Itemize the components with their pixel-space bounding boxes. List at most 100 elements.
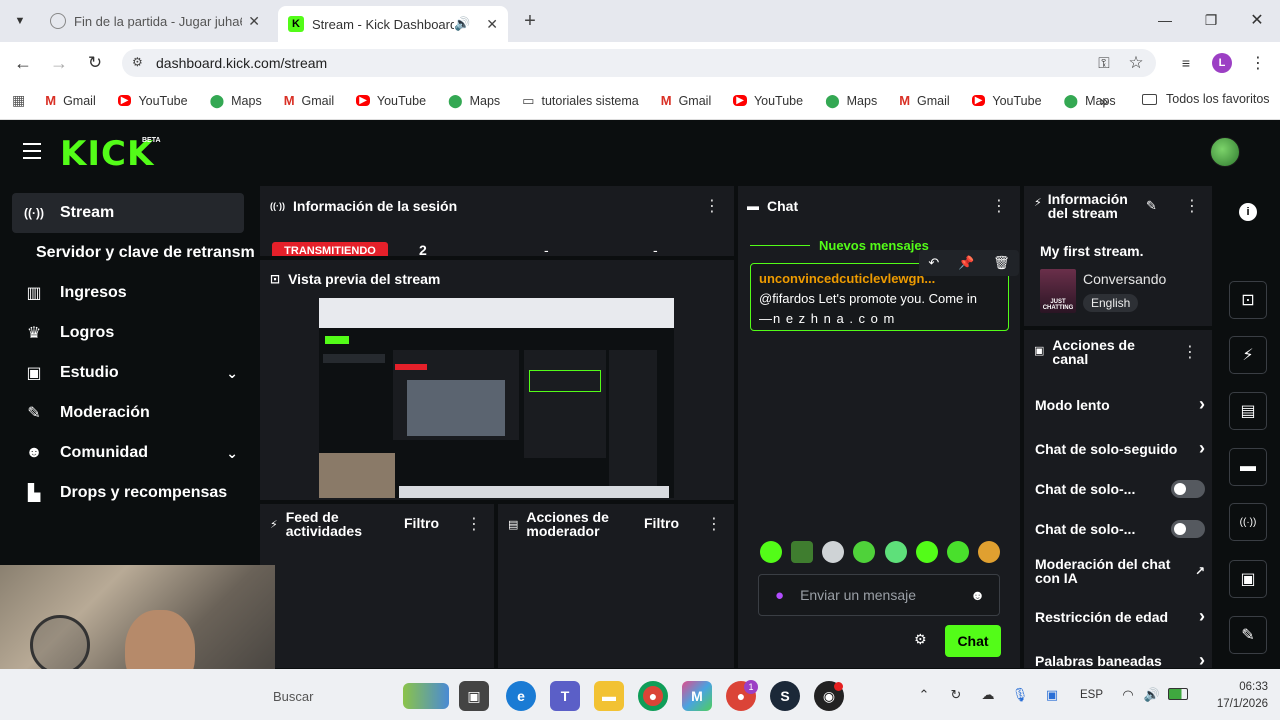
feed-filter-button[interactable]: Filtro bbox=[404, 515, 439, 531]
sidebar-item-estudio[interactable]: ▣ Estudio ⌄ bbox=[12, 353, 244, 393]
chat-icon[interactable]: ▬ bbox=[1229, 448, 1267, 486]
display-icon[interactable]: ▣ bbox=[1044, 687, 1060, 703]
bookmark-item[interactable]: ▶ YouTube bbox=[117, 94, 188, 108]
speaker-icon[interactable]: 🔊 bbox=[454, 16, 470, 32]
info-icon[interactable]: i bbox=[1239, 203, 1257, 221]
profile-avatar[interactable]: L bbox=[1212, 53, 1232, 73]
undo-icon[interactable]: ↶ bbox=[928, 255, 939, 271]
new-tab-icon[interactable]: + bbox=[519, 10, 541, 32]
emote-icon[interactable] bbox=[853, 541, 876, 563]
emoji-icon[interactable]: ☻ bbox=[970, 587, 985, 603]
password-key-icon[interactable]: ⚿ bbox=[1094, 53, 1114, 73]
m365-icon[interactable]: M bbox=[682, 681, 712, 711]
actions-menu-icon[interactable]: ⋮ bbox=[1182, 342, 1198, 362]
menu-dots-icon[interactable]: ⋮ bbox=[1248, 53, 1268, 73]
battery-icon[interactable] bbox=[1168, 688, 1188, 700]
all-bookmarks[interactable]: Todos los favoritos bbox=[1142, 92, 1270, 106]
microphone-icon[interactable]: ● bbox=[775, 587, 784, 604]
session-menu-icon[interactable]: ⋮ bbox=[704, 196, 720, 216]
window-close-icon[interactable]: ✕ bbox=[1242, 10, 1272, 30]
file-explorer-icon[interactable]: ▬ bbox=[594, 681, 624, 711]
bookmark-item[interactable]: M Gmail bbox=[284, 93, 335, 108]
emote-icon[interactable] bbox=[915, 541, 938, 563]
back-icon[interactable]: ← bbox=[12, 52, 34, 74]
bookmark-item[interactable]: M Gmail bbox=[899, 93, 950, 108]
apps-grid-icon[interactable]: ▦ bbox=[12, 92, 25, 109]
chat-menu-icon[interactable]: ⋮ bbox=[991, 196, 1007, 216]
volume-icon[interactable]: 🔊 bbox=[1144, 687, 1160, 703]
sidebar-item-server-key[interactable]: Servidor y clave de retransm bbox=[36, 233, 256, 273]
emote-icon[interactable] bbox=[884, 541, 907, 563]
info-menu-icon[interactable]: ⋮ bbox=[1184, 196, 1200, 216]
stream-preview-video[interactable] bbox=[319, 298, 674, 498]
tray-chevron-icon[interactable]: ⌃ bbox=[916, 687, 932, 703]
sidebar-item-ingresos[interactable]: ▥ Ingresos bbox=[12, 273, 244, 313]
cloud-off-icon[interactable]: ☁ bbox=[980, 687, 996, 703]
minimize-icon[interactable]: — bbox=[1150, 10, 1180, 30]
emote-icon[interactable] bbox=[822, 541, 845, 563]
site-info-icon[interactable]: ⚙ bbox=[132, 55, 143, 69]
document-icon[interactable]: ▤ bbox=[1229, 392, 1267, 430]
bookmark-item[interactable]: ▶ YouTube bbox=[356, 94, 426, 108]
sync-icon[interactable]: ↻ bbox=[948, 687, 964, 703]
sidebar-item-moderacion[interactable]: ✎ Moderación bbox=[12, 393, 244, 433]
tab-game[interactable]: Fin de la partida - Jugar juha66 ✕ bbox=[40, 6, 270, 36]
emote-icon[interactable] bbox=[791, 541, 814, 563]
bookmark-item[interactable]: ⬤ Maps bbox=[825, 93, 877, 109]
message-username[interactable]: unconvincedcuticlevlewgn... bbox=[759, 269, 939, 289]
user-avatar[interactable] bbox=[1210, 137, 1240, 167]
emote-icon[interactable] bbox=[946, 541, 969, 563]
broadcast-icon[interactable]: ((·)) bbox=[1229, 503, 1267, 541]
close-icon[interactable]: ✕ bbox=[248, 13, 260, 30]
setting-age-restriction[interactable]: Restricción de edad › bbox=[1035, 606, 1205, 627]
sidebar-item-logros[interactable]: ♛ Logros bbox=[12, 313, 244, 353]
url-field[interactable]: ⚙ dashboard.kick.com/stream bbox=[122, 49, 1156, 77]
bookmark-item[interactable]: ▶ YouTube bbox=[733, 94, 803, 108]
mod-filter-button[interactable]: Filtro bbox=[644, 515, 679, 531]
mod-menu-icon[interactable]: ⋮ bbox=[706, 514, 722, 534]
kick-logo[interactable]: KICK bbox=[60, 134, 154, 174]
wifi-icon[interactable]: ◠ bbox=[1120, 687, 1136, 703]
setting-subs-only[interactable]: Chat de solo-... bbox=[1035, 480, 1205, 498]
bookmark-item[interactable]: ⬤ Maps bbox=[448, 93, 500, 109]
taskbar-search[interactable]: Buscar bbox=[273, 679, 453, 713]
hamburger-menu-icon[interactable] bbox=[23, 143, 41, 159]
media-control-icon[interactable]: ≡ bbox=[1176, 53, 1196, 73]
screen-capture-icon[interactable]: ⊡ bbox=[1229, 281, 1267, 319]
bookmarks-overflow-icon[interactable]: » bbox=[1094, 92, 1114, 110]
bookmark-item[interactable]: ▶ YouTube bbox=[971, 94, 1042, 108]
bookmark-item[interactable]: ▭ tutoriales sistema bbox=[522, 93, 639, 109]
clock-time[interactable]: 06:33 bbox=[1228, 681, 1268, 693]
bolt-icon[interactable]: ⚡ bbox=[1229, 336, 1267, 374]
setting-emote-only[interactable]: Chat de solo-... bbox=[1035, 520, 1205, 538]
emote-icon[interactable] bbox=[760, 541, 782, 563]
setting-banned-words[interactable]: Palabras baneadas › bbox=[1035, 650, 1205, 671]
chat-settings-icon[interactable]: ⚙ bbox=[914, 631, 927, 648]
chrome-icon[interactable]: ● bbox=[638, 681, 668, 711]
feed-menu-icon[interactable]: ⋮ bbox=[466, 514, 482, 534]
sidebar-item-stream[interactable]: ((·)) Stream bbox=[12, 193, 244, 233]
bookmark-item[interactable]: ⬤ Maps bbox=[210, 93, 262, 109]
toggle-switch[interactable] bbox=[1171, 520, 1205, 538]
tab-search-icon[interactable]: ▼ bbox=[10, 11, 30, 31]
language-indicator[interactable]: ESP bbox=[1080, 689, 1103, 701]
emote-icon[interactable] bbox=[977, 541, 1000, 563]
microphone-tray-icon[interactable]: 🎙 bbox=[1012, 687, 1029, 703]
category-name[interactable]: Conversando bbox=[1083, 271, 1166, 287]
tab-kick[interactable]: K Stream - Kick Dashboard 🔊 ✕ bbox=[278, 6, 508, 42]
reload-icon[interactable]: ↻ bbox=[84, 52, 106, 74]
sidebar-item-drops[interactable]: ▙ Drops y recompensas bbox=[12, 473, 244, 513]
pin-icon[interactable]: 📌 bbox=[958, 255, 974, 271]
toggle-switch[interactable] bbox=[1171, 480, 1205, 498]
sidebar-item-comunidad[interactable]: ☻ Comunidad ⌄ bbox=[12, 433, 244, 473]
setting-slow-mode[interactable]: Modo lento › bbox=[1035, 394, 1205, 415]
bookmark-item[interactable]: M Gmail bbox=[661, 93, 712, 108]
trash-icon[interactable]: 🗑 bbox=[993, 255, 1010, 271]
layout-icon[interactable]: ▣ bbox=[1229, 560, 1267, 598]
setting-followers-only[interactable]: Chat de solo-seguido › bbox=[1035, 438, 1205, 459]
steam-icon[interactable]: S bbox=[770, 681, 800, 711]
chat-send-button[interactable]: Chat bbox=[945, 625, 1001, 657]
teams-icon[interactable]: T bbox=[550, 681, 580, 711]
bookmark-star-icon[interactable]: ☆ bbox=[1126, 53, 1146, 73]
close-icon[interactable]: ✕ bbox=[486, 16, 498, 33]
